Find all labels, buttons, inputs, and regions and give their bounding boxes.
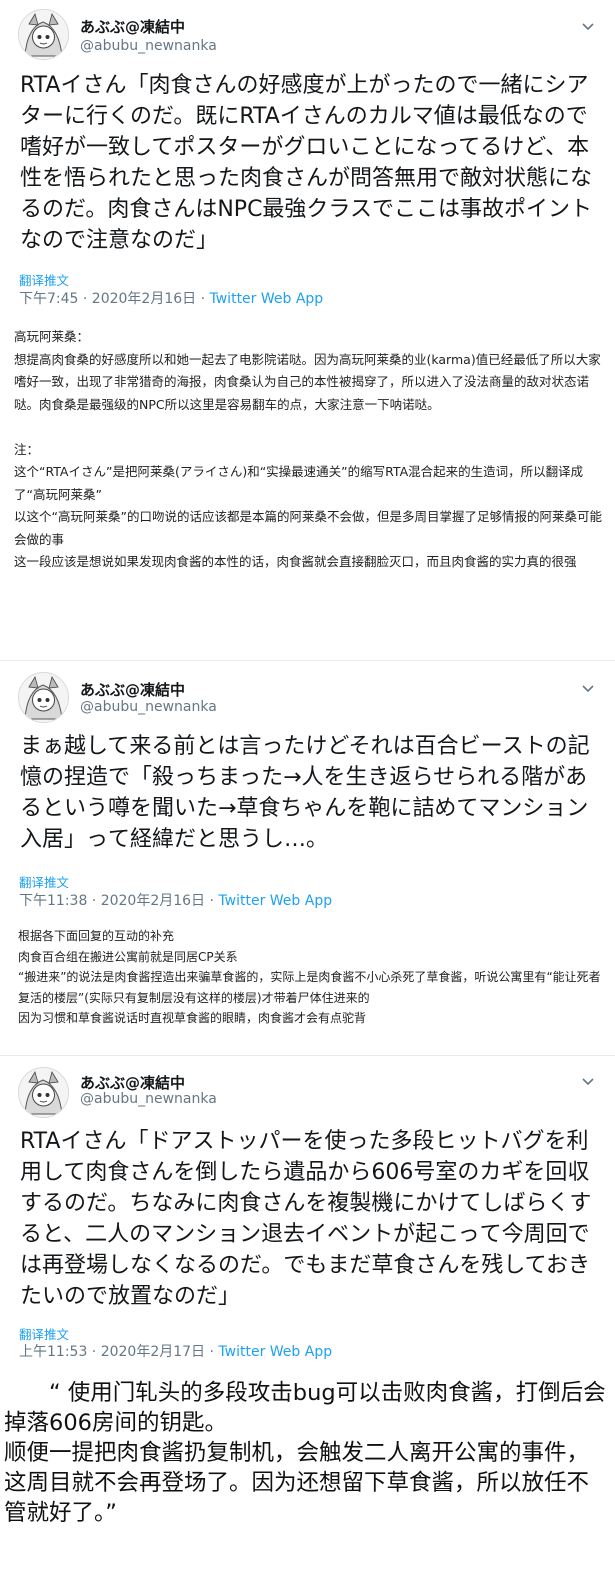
note-line: 因为习惯和草食酱说话时直视草食酱的眼睛，肉食酱才会有点驼背	[18, 1011, 367, 1025]
tweet-card: あぶぶ@凍結中 @abubu_newnanka RTAイさん「肉食さんの好感度が…	[0, 0, 615, 312]
author-display-name[interactable]: あぶぶ@凍結中	[80, 679, 185, 700]
note-line: 根据各下面回复的互动的补充	[18, 929, 175, 943]
author-display-name[interactable]: あぶぶ@凍結中	[80, 1072, 185, 1093]
tweet-timestamp[interactable]: 上午11:53 · 2020年2月17日	[19, 1344, 205, 1360]
source-app-link[interactable]: Twitter Web App	[210, 291, 324, 307]
tweet-text: まぁ越して来る前とは言ったけどそれは百合ビーストの記憶の捏造で「殺っちまった→人…	[20, 734, 590, 852]
tweet-card: あぶぶ@凍結中 @abubu_newnanka RTAイさん「ドアストッパーを使…	[0, 1055, 615, 1370]
note-line	[14, 416, 604, 439]
note-line: 以这个“高玩阿莱桑”的口吻说的话应该都是本篇的阿莱桑不会做，但是多周目掌握了足够…	[14, 509, 602, 547]
note-line: 这个“RTAイさん”是把阿莱桑(アライさん)和“实操最速通关”的缩写RTA混合起…	[14, 464, 584, 502]
translate-tweet-link[interactable]: 翻译推文	[19, 270, 69, 289]
note-line: 肉食百合组在搬进公寓前就是同居CP关系	[18, 949, 238, 964]
tweet-metadata: 下午7:45 · 2020年2月16日 · Twitter Web App	[19, 288, 323, 308]
meta-separator: ·	[205, 893, 219, 909]
tweet-metadata: 下午11:38 · 2020年2月16日 · Twitter Web App	[19, 890, 332, 910]
avatar[interactable]	[18, 9, 69, 60]
tweet-text: RTAイさん「肉食さんの好感度が上がったので一緒にシアターに行くのだ。既にRTA…	[20, 73, 593, 253]
tweet-text: RTAイさん「ドアストッパーを使った多段ヒットバグを利用して肉食さんを倒したら遺…	[20, 1129, 592, 1309]
chevron-down-icon[interactable]	[581, 681, 595, 695]
author-handle[interactable]: @abubu_newnanka	[80, 699, 217, 715]
avatar[interactable]	[18, 672, 69, 723]
avatar-illustration-icon	[19, 673, 68, 722]
avatar[interactable]	[18, 1067, 69, 1118]
tweet-card: あぶぶ@凍結中 @abubu_newnanka まぁ越して来る前とは言ったけどそ…	[0, 660, 615, 919]
tweet-timestamp[interactable]: 下午11:38 · 2020年2月16日	[19, 893, 205, 909]
author-handle[interactable]: @abubu_newnanka	[80, 38, 217, 54]
note-line: 注：	[14, 441, 40, 457]
source-app-link[interactable]: Twitter Web App	[218, 1344, 332, 1360]
meta-separator: ·	[205, 1344, 219, 1360]
chevron-down-icon[interactable]	[581, 1074, 595, 1088]
translation-note: 高玩阿莱桑： 想提高肉食桑的好感度所以和她一起去了电影院诺哒。因为高玩阿莱桑的业…	[14, 326, 604, 574]
note-line: 想提高肉食桑的好感度所以和她一起去了电影院诺哒。因为高玩阿莱桑的业(karma)…	[14, 351, 601, 412]
meta-separator: ·	[196, 291, 210, 307]
caption-line: 顺便一提把肉食酱扔复制机，会触发二人离开公寓的事件，这周目就不会再登场了。因为还…	[4, 1440, 590, 1526]
translation-caption: “ 使用门轧头的多段攻击bug可以击败肉食酱，打倒后会掉落606房间的钥匙。 顺…	[4, 1378, 610, 1528]
tweet-timestamp[interactable]: 下午7:45 · 2020年2月16日	[19, 291, 196, 307]
avatar-illustration-icon	[19, 10, 68, 59]
caption-line: “ 使用门轧头的多段攻击bug可以击败肉食酱，打倒后会掉落606房间的钥匙。	[4, 1380, 606, 1436]
author-display-name[interactable]: あぶぶ@凍結中	[80, 16, 185, 37]
note-line: 高玩阿莱桑：	[14, 329, 90, 344]
translation-note: 根据各下面回复的互动的补充 肉食百合组在搬进公寓前就是同居CP关系 “搬进来”的…	[18, 926, 608, 1029]
note-line: 这一段应该是想说如果发现肉食酱的本性的话，肉食酱就会直接翻脸灭口，而且肉食酱的实…	[14, 554, 577, 569]
tweet-metadata: 上午11:53 · 2020年2月17日 · Twitter Web App	[19, 1341, 332, 1361]
author-handle[interactable]: @abubu_newnanka	[80, 1091, 217, 1107]
note-line: “搬进来”的说法是肉食酱捏造出来骗草食酱的，实际上是肉食酱不小心杀死了草食酱，听…	[18, 970, 601, 1005]
avatar-illustration-icon	[19, 1068, 68, 1117]
source-app-link[interactable]: Twitter Web App	[218, 893, 332, 909]
chevron-down-icon[interactable]	[581, 19, 595, 33]
translate-tweet-link[interactable]: 翻译推文	[19, 872, 69, 891]
